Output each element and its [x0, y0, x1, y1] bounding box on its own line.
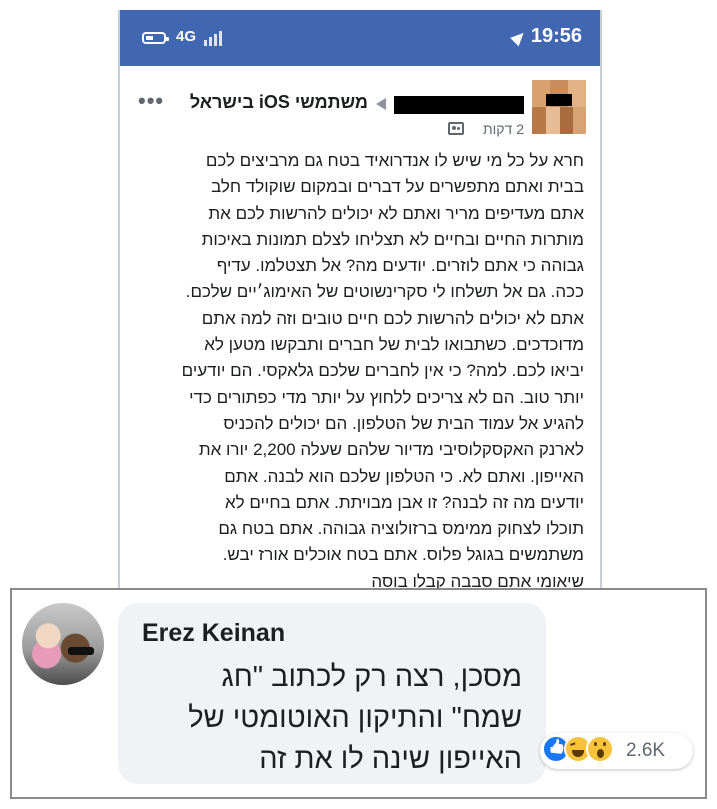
post-text-line: מותרות החיים ובחיים לא תצליחו לצלם תמונו… [201, 229, 584, 249]
time-label: 19:56 [530, 25, 582, 47]
post-text-line: משתמשים בגוגל פלוס. אתם בטח אוכלים אורז … [222, 545, 584, 565]
post-text-line: יודעים מה זה לבנה? זו אבן מבויתת. אתם בח… [224, 492, 584, 512]
post-text-line: לארנק האקסקלוסיבי מדיור שלהם שעלה 2,200 … [198, 440, 584, 460]
more-options-icon[interactable]: ••• [138, 88, 164, 114]
battery-icon [142, 32, 169, 44]
commenter-avatar[interactable] [22, 603, 104, 685]
group-privacy-icon [448, 122, 464, 135]
clock: 19:56 [510, 25, 582, 48]
comment-text-line: מסכן, רצה רק לכתוב "חג [221, 661, 522, 693]
post-text-line: מדוכדכים. כשתבואו לבית של חברים ותבקשו מ… [204, 335, 584, 355]
wow-icon [586, 735, 614, 763]
post-text-line: אתם לא יכולים להרשות לכם חיים טובים וזה … [201, 308, 584, 328]
post-text-line: תוכלו לצחוק ממימס ברזולוציה גבוהה. אתם ב… [218, 519, 584, 539]
post-text-line: יותר טוב. הם לא צריכים ללחוץ על יותר מדי… [189, 387, 584, 407]
comment-text: מסכן, רצה רק לכתוב "חג שמח" והתיקון האוטו… [132, 657, 522, 780]
commenter-name[interactable]: Erez Keinan [142, 619, 285, 648]
comment: Erez Keinan מסכן, רצה רק לכתוב "חג שמח" ו… [10, 588, 707, 799]
post-text-line: יביאו לכם. למה? כי אין לחברים שלכם גלאקס… [181, 361, 584, 381]
post-text-line: אתם מעדיפים מריר ואתם לא יכולים להרשות ל… [208, 203, 584, 223]
caret-right-icon [376, 98, 386, 110]
post-text-line: האייפון. ואתם לא. כי הטלפון שלכם הוא לבנ… [224, 466, 584, 486]
location-arrow-icon [510, 28, 528, 47]
reaction-count: 2.6K [626, 740, 666, 761]
comment-bubble: Erez Keinan מסכן, רצה רק לכתוב "חג שמח" ו… [118, 603, 546, 784]
post-text-line: להגיע אל עמוד הבית של הטלפון. הם יכולים … [223, 413, 584, 433]
network-label: 4G [176, 28, 197, 45]
author-name-redacted[interactable] [394, 96, 524, 114]
comment-text-line: שמח" והתיקון האוטומטי של [188, 702, 522, 734]
post-timestamp[interactable]: 2 דקות [483, 121, 524, 137]
post-text: חרא על כל מי שיש לו אנדרואיד בטח גם מרבי… [134, 148, 584, 588]
author-avatar[interactable] [532, 80, 586, 134]
reaction-summary[interactable]: 2.6K [540, 733, 693, 769]
group-name[interactable]: משתמשי iOS בישראל [190, 92, 368, 113]
post-text-line: חרא על כל מי שיש לו אנדרואיד בטח גם מרבי… [205, 151, 584, 170]
post-screenshot: 4G 19:56 משתמשי iOS בישראל ••• 2 דקות חר… [118, 10, 602, 588]
post-text-line: ככה. גם אל תשלחו לי סקרינשוטים של האימוג… [185, 282, 584, 302]
post-text-line: בבית ואתם מתפשרים על דברים ובמקום שוקולד… [211, 177, 584, 197]
comment-text-line: האייפון שינה לו את זה [259, 743, 522, 775]
post-text-line: גבוהה כי אתם לוזרים. יודעים מה? אל תצטלמ… [216, 256, 584, 276]
status-bar: 4G 19:56 [120, 10, 600, 66]
post-header: משתמשי iOS בישראל ••• 2 דקות [120, 66, 600, 156]
avatar-censor-bar [546, 94, 572, 106]
post-text-line: שיאומי אתם סבבה קבלו בוסה [371, 571, 584, 588]
